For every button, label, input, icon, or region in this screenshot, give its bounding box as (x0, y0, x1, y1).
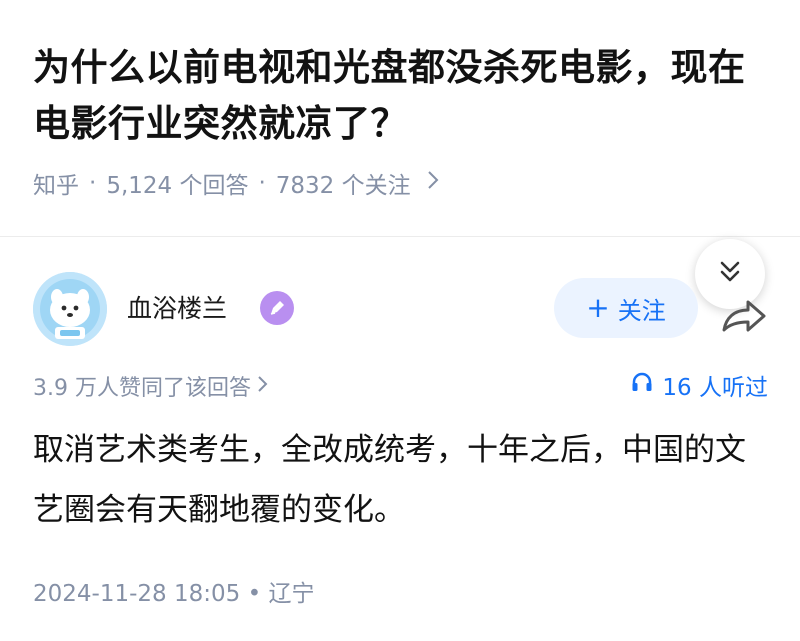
answer-content[interactable]: 取消艺术类考生，全改成统考，十年之后，中国的文艺圈会有天翻地覆的变化。 (33, 420, 773, 540)
headphones-icon (630, 370, 654, 400)
follow-label: 关注 (617, 296, 666, 325)
share-arrow-icon[interactable] (718, 296, 768, 336)
plus-icon: + (586, 291, 610, 324)
question-title[interactable]: 为什么以前电视和光盘都没杀死电影，现在电影行业突然就凉了？ (33, 40, 773, 152)
votes-text: 3.9 万人赞同了该回答 (33, 376, 251, 401)
double-chevron-down-icon (717, 259, 743, 289)
divider (0, 236, 800, 237)
question-meta[interactable]: 知乎 · 5,124 个回答 · 7832 个关注 (33, 166, 439, 200)
answer-footer: 2024-11-28 18:05 • 辽宁 (33, 581, 315, 607)
listeners-text: 16 人听过 (662, 375, 768, 401)
pen-badge-icon[interactable] (260, 291, 294, 325)
follow-button[interactable]: + 关注 (554, 278, 698, 338)
chevron-right-icon (427, 170, 439, 196)
author-name[interactable]: 血浴楼兰 (127, 289, 227, 325)
listen-button[interactable]: 16 人听过 (630, 368, 768, 402)
followers-count: 7832 个关注 (275, 173, 411, 199)
meta-separator: · (89, 170, 97, 196)
source-label: 知乎 (33, 173, 79, 199)
votes-summary[interactable]: 3.9 万人赞同了该回答 (33, 370, 268, 402)
answers-count: 5,124 个回答 (106, 173, 249, 199)
chevron-right-icon (257, 374, 268, 399)
meta-separator: · (258, 170, 266, 196)
avatar[interactable] (33, 272, 107, 346)
